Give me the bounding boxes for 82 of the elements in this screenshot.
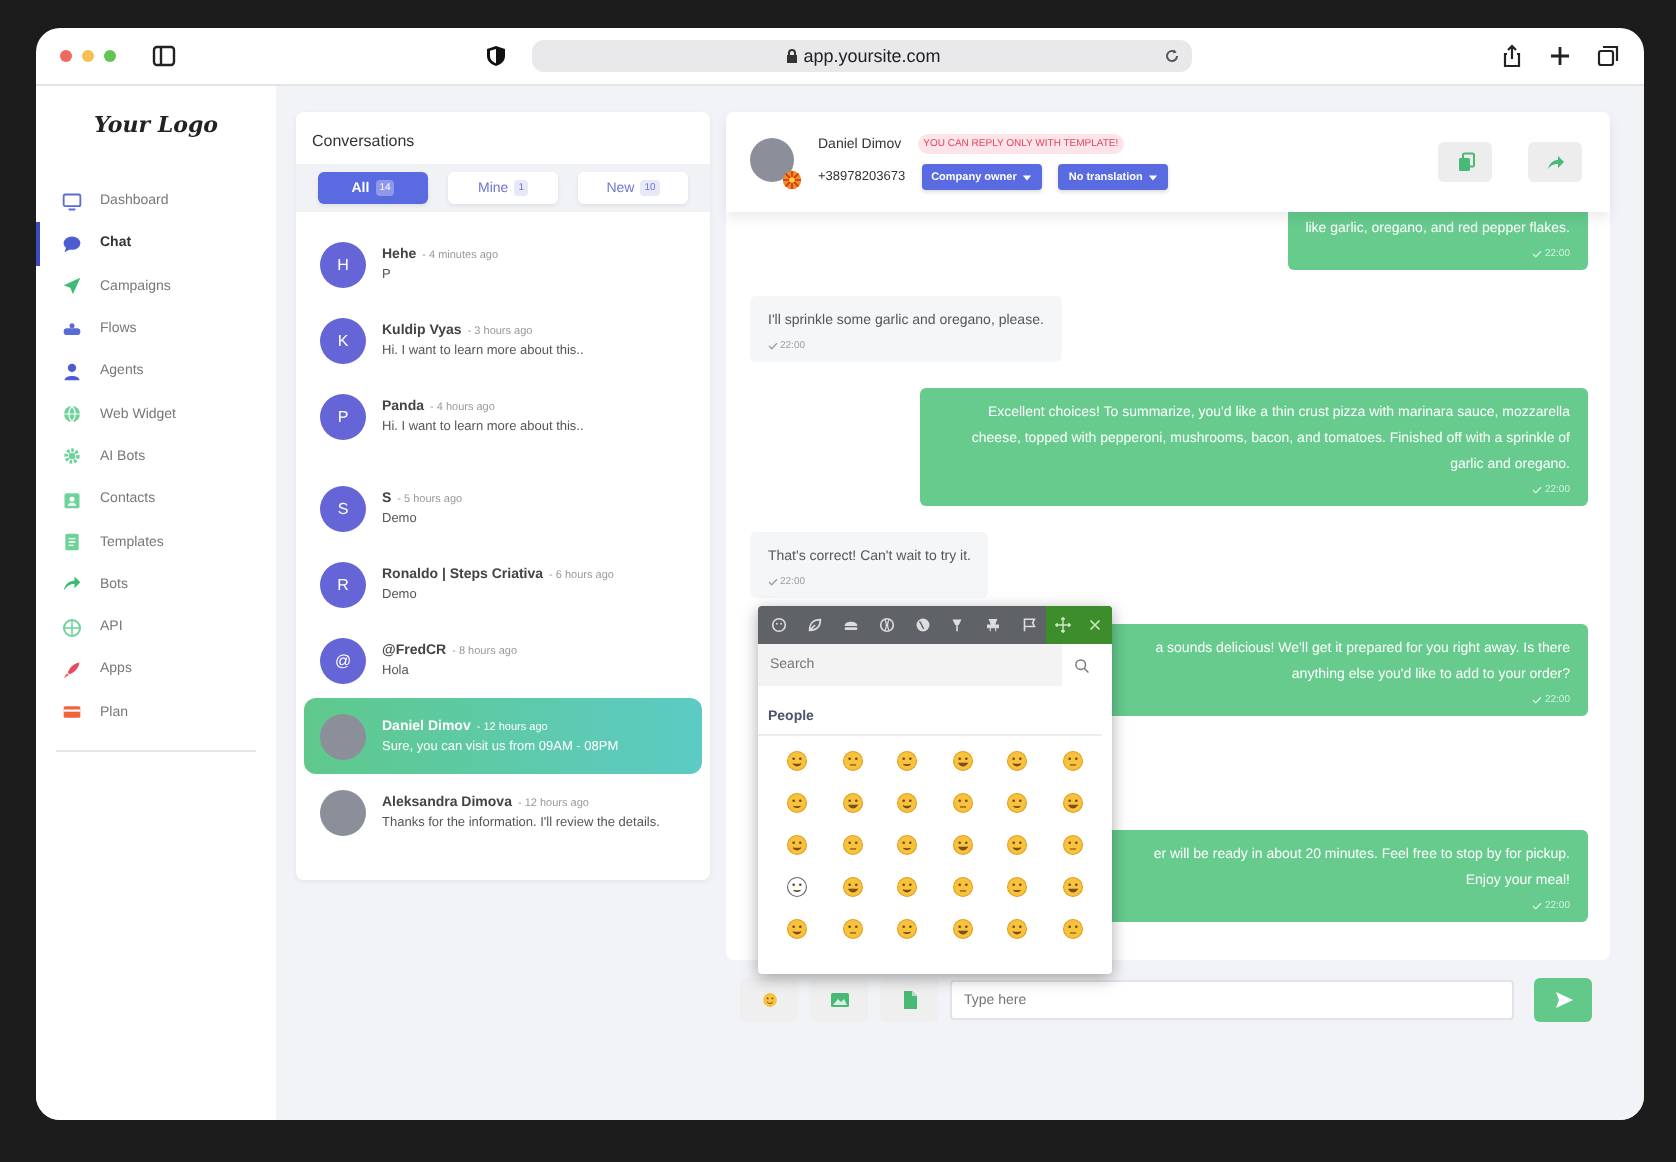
smiley-face-icon[interactable] — [896, 876, 918, 898]
smiley-face-icon — [761, 992, 777, 1008]
smiley-face-icon[interactable] — [786, 792, 808, 814]
smiley-face-icon[interactable] — [786, 834, 808, 856]
flag-icon[interactable] — [1019, 616, 1038, 634]
check-icon — [1532, 696, 1543, 704]
smiley-face-icon[interactable] — [1006, 918, 1028, 940]
photo-placeholder — [320, 713, 366, 759]
smiley-face-icon[interactable] — [951, 876, 973, 898]
send-icon — [1553, 990, 1573, 1010]
smiley-face-icon[interactable] — [841, 750, 863, 772]
smiley-face-icon[interactable] — [786, 750, 808, 772]
gear-icon — [62, 446, 82, 467]
tabs-icon[interactable] — [1596, 44, 1620, 68]
monitor-icon — [62, 191, 82, 212]
avatar: @ — [320, 637, 366, 683]
smiley-face-icon[interactable] — [841, 918, 863, 940]
burger-icon[interactable] — [841, 616, 860, 634]
smiley-face-icon[interactable] — [896, 918, 918, 940]
smiley-face-icon[interactable] — [896, 792, 918, 814]
smiley-face-icon[interactable] — [951, 792, 973, 814]
paper-plane-icon — [62, 276, 82, 297]
sidebar-toggle-icon[interactable] — [152, 44, 176, 68]
address-book-icon — [62, 489, 82, 510]
smiley-face-icon[interactable] — [951, 750, 973, 772]
smiley-face-icon[interactable] — [1061, 834, 1083, 856]
smiley-face-icon[interactable] — [841, 834, 863, 856]
avatar: R — [320, 561, 366, 607]
check-icon — [1532, 902, 1543, 910]
smiley-face-icon[interactable] — [896, 834, 918, 856]
check-icon — [768, 578, 778, 586]
smiley-face-icon[interactable] — [841, 792, 863, 814]
arrow-icon — [62, 574, 82, 595]
smiley-icon[interactable] — [770, 616, 789, 634]
smiley-face-icon[interactable] — [951, 918, 973, 940]
smiley-face-icon[interactable] — [951, 834, 973, 856]
credit-card-icon — [62, 702, 82, 723]
document-icon — [62, 532, 82, 553]
avatar: K — [320, 317, 366, 363]
check-icon — [1532, 486, 1543, 494]
share-icon[interactable] — [1500, 44, 1524, 68]
move-icon[interactable] — [1053, 616, 1072, 634]
smiley-face-icon[interactable] — [786, 876, 808, 898]
search-icon[interactable] — [1074, 657, 1090, 673]
arrow-icon — [1545, 152, 1565, 172]
reload-icon[interactable] — [1164, 48, 1180, 64]
photo-placeholder — [750, 138, 794, 182]
url-text: app.yoursite.com — [803, 46, 941, 66]
new-tab-icon[interactable] — [1548, 44, 1572, 68]
caret-icon — [1022, 173, 1033, 181]
smiley-face-icon[interactable] — [1061, 750, 1083, 772]
smiley-face-icon[interactable] — [1006, 876, 1028, 898]
avatar: P — [320, 393, 366, 439]
image-icon — [829, 990, 849, 1010]
photo-placeholder — [320, 789, 366, 835]
close-icon[interactable] — [1086, 616, 1105, 634]
avatar: H — [320, 241, 366, 287]
copy-icon — [1455, 152, 1475, 172]
lock-icon — [783, 48, 800, 64]
check-icon — [768, 342, 778, 350]
document-icon — [899, 990, 919, 1010]
address-bar[interactable]: app.yoursite.com — [532, 40, 1192, 72]
sun-flag-icon — [782, 170, 802, 190]
caret-icon — [1148, 173, 1159, 181]
smiley-face-icon[interactable] — [786, 918, 808, 940]
smiley-face-icon[interactable] — [1061, 918, 1083, 940]
smiley-face-icon[interactable] — [1006, 834, 1028, 856]
check-icon — [1532, 250, 1543, 258]
smiley-face-icon[interactable] — [1061, 876, 1083, 898]
smiley-face-icon[interactable] — [1061, 792, 1083, 814]
smiley-face-icon[interactable] — [841, 876, 863, 898]
smiley-face-icon[interactable] — [1006, 792, 1028, 814]
leaf-icon[interactable] — [806, 616, 825, 634]
person-icon — [62, 361, 82, 382]
avatar: S — [320, 485, 366, 531]
smiley-face-icon[interactable] — [1006, 750, 1028, 772]
smiley-face-icon[interactable] — [896, 750, 918, 772]
panel-title: Conversations — [310, 130, 417, 154]
flow-icon — [62, 319, 82, 340]
chat-bubble-icon — [62, 233, 82, 254]
logo-text: Your Logo — [92, 110, 220, 142]
shield-icon[interactable] — [484, 44, 508, 68]
